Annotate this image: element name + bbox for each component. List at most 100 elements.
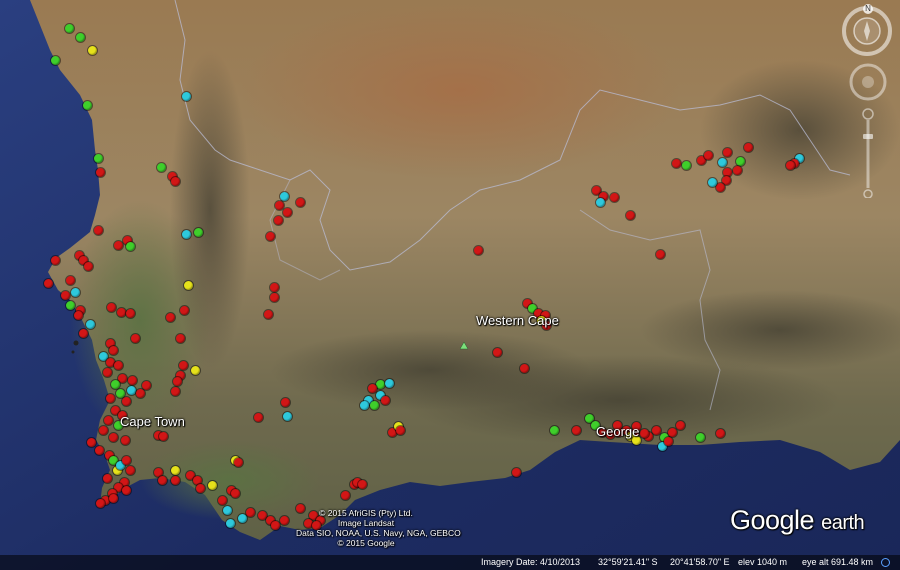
map-pin-green[interactable] xyxy=(369,400,379,410)
map-pin-cyan[interactable] xyxy=(126,385,136,395)
map-pin-red[interactable] xyxy=(106,302,116,312)
map-pin-red[interactable] xyxy=(95,498,105,508)
map-pin-red[interactable] xyxy=(340,490,350,500)
map-view[interactable]: Western Cape Cape Town George © 2015 Afr… xyxy=(0,0,900,570)
map-pin-red[interactable] xyxy=(170,475,180,485)
map-pin-red[interactable] xyxy=(50,255,60,265)
map-pin-red[interactable] xyxy=(245,507,255,517)
map-pin-red[interactable] xyxy=(86,437,96,447)
map-pin-red[interactable] xyxy=(170,386,180,396)
map-pin-cyan[interactable] xyxy=(384,378,394,388)
map-pin-red[interactable] xyxy=(83,261,93,271)
map-pin-red[interactable] xyxy=(127,375,137,385)
map-pin-red[interactable] xyxy=(639,428,649,438)
map-pin-red[interactable] xyxy=(655,249,665,259)
map-pin-red[interactable] xyxy=(43,278,53,288)
map-pin-red[interactable] xyxy=(195,483,205,493)
map-pin-cyan[interactable] xyxy=(359,400,369,410)
map-pin-red[interactable] xyxy=(157,475,167,485)
map-pin-red[interactable] xyxy=(73,310,83,320)
zoom-slider-icon[interactable] xyxy=(858,108,878,198)
map-pin-green[interactable] xyxy=(115,388,125,398)
look-joystick-icon[interactable] xyxy=(848,62,888,102)
map-pin-red[interactable] xyxy=(367,383,377,393)
map-pin-red[interactable] xyxy=(105,393,115,403)
map-pin-cyan[interactable] xyxy=(282,411,292,421)
map-pin-red[interactable] xyxy=(175,333,185,343)
map-pin-red[interactable] xyxy=(732,165,742,175)
map-pin-yellow[interactable] xyxy=(207,480,217,490)
map-pin-red[interactable] xyxy=(625,210,635,220)
map-pin-green[interactable] xyxy=(695,432,705,442)
map-pin-cyan[interactable] xyxy=(85,319,95,329)
map-pin-green[interactable] xyxy=(681,160,691,170)
map-pin-red[interactable] xyxy=(609,192,619,202)
map-pin-red[interactable] xyxy=(108,345,118,355)
map-pin-red[interactable] xyxy=(715,428,725,438)
map-pin-green[interactable] xyxy=(735,156,745,166)
map-pin-red[interactable] xyxy=(135,388,145,398)
map-pin-green[interactable] xyxy=(125,241,135,251)
map-pin-red[interactable] xyxy=(95,167,105,177)
map-pin-red[interactable] xyxy=(280,397,290,407)
map-pin-cyan[interactable] xyxy=(595,197,605,207)
map-pin-green[interactable] xyxy=(75,32,85,42)
map-pin-green[interactable] xyxy=(93,153,103,163)
map-pin-cyan[interactable] xyxy=(225,518,235,528)
map-pin-red[interactable] xyxy=(217,495,227,505)
map-pin-red[interactable] xyxy=(178,360,188,370)
map-pin-red[interactable] xyxy=(519,363,529,373)
map-pin-red[interactable] xyxy=(671,158,681,168)
map-pin-red[interactable] xyxy=(125,308,135,318)
map-pin-red[interactable] xyxy=(703,150,713,160)
map-pin-red[interactable] xyxy=(743,142,753,152)
map-pin-red[interactable] xyxy=(715,182,725,192)
map-pin-red[interactable] xyxy=(120,435,130,445)
map-pin-cyan[interactable] xyxy=(181,229,191,239)
map-pin-red[interactable] xyxy=(125,465,135,475)
map-pin-red[interactable] xyxy=(65,275,75,285)
map-pin-red[interactable] xyxy=(78,328,88,338)
map-pin-red[interactable] xyxy=(279,515,289,525)
map-pin-green[interactable] xyxy=(50,55,60,65)
map-pin-red[interactable] xyxy=(295,197,305,207)
map-pin-cyan[interactable] xyxy=(237,513,247,523)
map-pin-green[interactable] xyxy=(82,100,92,110)
map-pin-red[interactable] xyxy=(785,160,795,170)
map-pin-red[interactable] xyxy=(473,245,483,255)
map-pin-red[interactable] xyxy=(233,457,243,467)
map-pin-cyan[interactable] xyxy=(717,157,727,167)
map-pin-red[interactable] xyxy=(130,333,140,343)
map-pin-red[interactable] xyxy=(274,200,284,210)
town-label[interactable]: George xyxy=(596,424,639,439)
map-pin-red[interactable] xyxy=(179,305,189,315)
map-pin-red[interactable] xyxy=(165,312,175,322)
map-pin-red[interactable] xyxy=(269,292,279,302)
map-pin-yellow[interactable] xyxy=(190,365,200,375)
map-pin-yellow[interactable] xyxy=(170,465,180,475)
map-pin-green[interactable] xyxy=(193,227,203,237)
map-pin-cyan[interactable] xyxy=(279,191,289,201)
map-pin-cyan[interactable] xyxy=(70,287,80,297)
map-pin-red[interactable] xyxy=(571,425,581,435)
map-pin-red[interactable] xyxy=(102,367,112,377)
map-pin-red[interactable] xyxy=(263,309,273,319)
map-pin-red[interactable] xyxy=(492,347,502,357)
map-pin-green[interactable] xyxy=(110,379,120,389)
map-pin-red[interactable] xyxy=(170,176,180,186)
map-pin-red[interactable] xyxy=(158,431,168,441)
map-pin-red[interactable] xyxy=(675,420,685,430)
map-pin-cyan[interactable] xyxy=(181,91,191,101)
map-pin-red[interactable] xyxy=(102,473,112,483)
map-pin-cyan[interactable] xyxy=(222,505,232,515)
map-pin-red[interactable] xyxy=(282,207,292,217)
map-pin-red[interactable] xyxy=(172,376,182,386)
map-pin-red[interactable] xyxy=(253,412,263,422)
city-label[interactable]: Cape Town xyxy=(120,414,185,429)
map-pin-red[interactable] xyxy=(230,488,240,498)
map-pin-red[interactable] xyxy=(94,445,104,455)
map-pin-red[interactable] xyxy=(663,436,673,446)
map-pin-red[interactable] xyxy=(357,479,367,489)
map-pin-yellow[interactable] xyxy=(183,280,193,290)
map-pin-green[interactable] xyxy=(549,425,559,435)
